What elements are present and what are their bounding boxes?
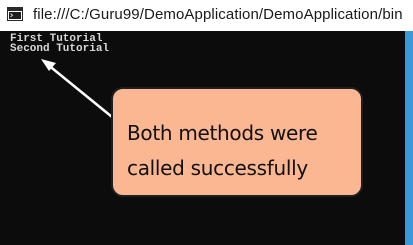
console-line: Second Tutorial [10, 43, 110, 55]
console-app-icon [7, 7, 23, 21]
window-title: file:///C:/Guru99/DemoApplication/DemoAp… [33, 6, 403, 23]
annotation-callout: Both methods were called successfully [111, 87, 363, 197]
window-titlebar[interactable]: file:///C:/Guru99/DemoApplication/DemoAp… [0, 0, 413, 31]
console-window: file:///C:/Guru99/DemoApplication/DemoAp… [0, 0, 413, 245]
window-border [405, 31, 413, 245]
callout-text: Both methods were called successfully [127, 121, 318, 180]
